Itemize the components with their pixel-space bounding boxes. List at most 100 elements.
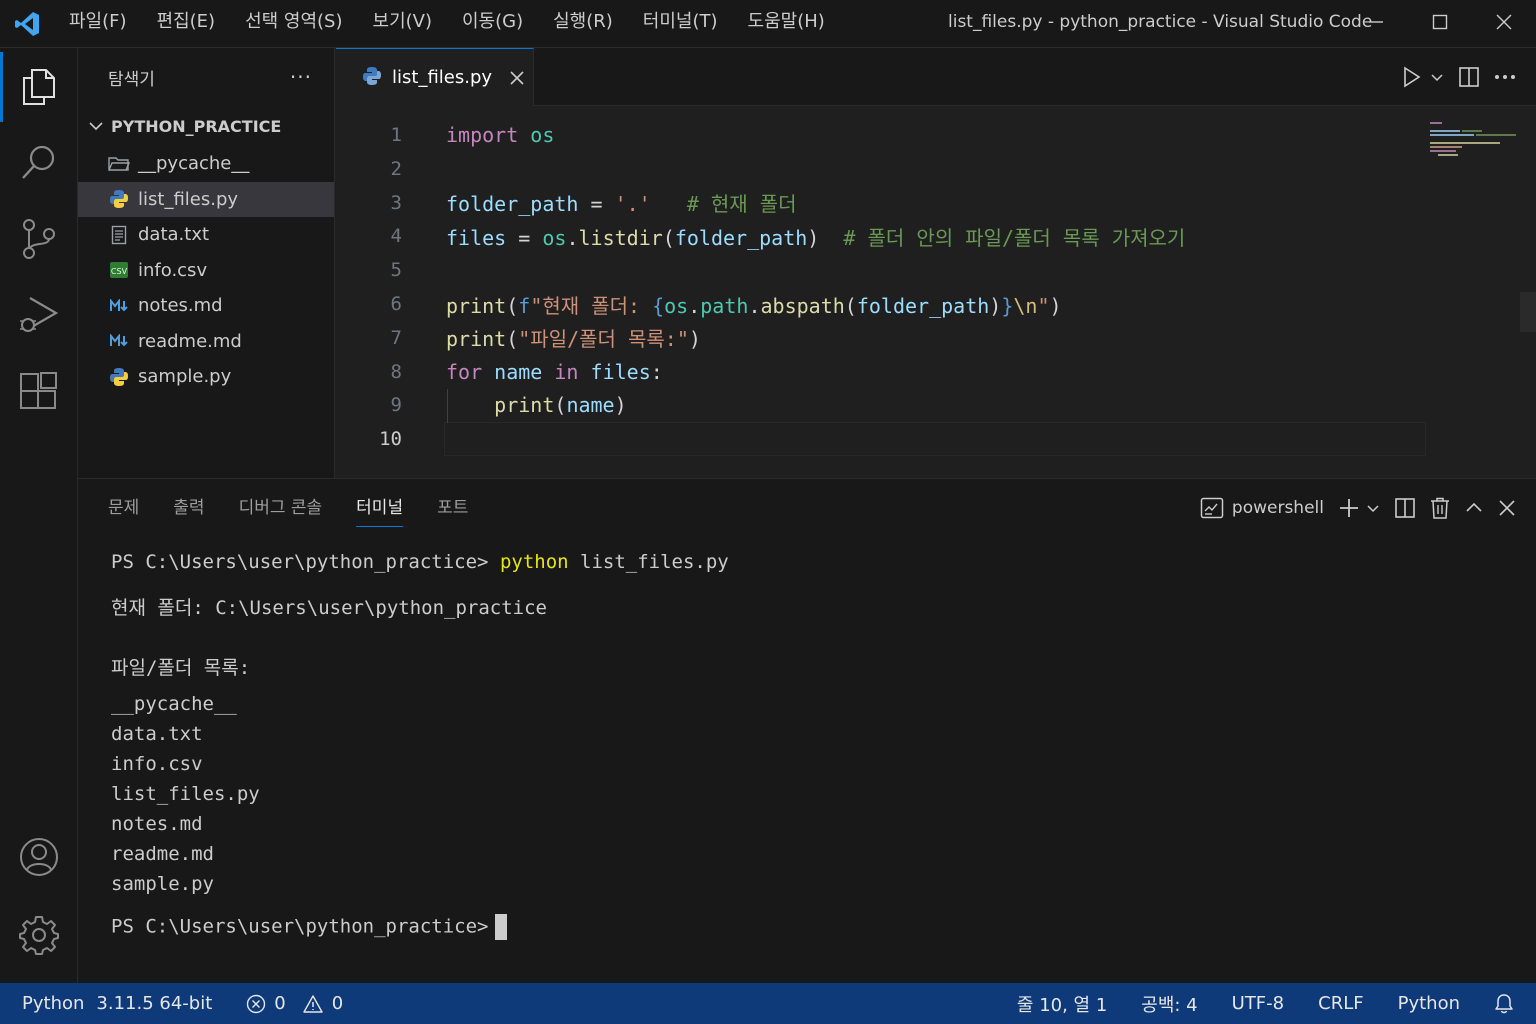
workspace-folder[interactable]: PYTHON_PRACTICE — [78, 106, 334, 146]
interpreter-version: 3.11.5 64-bit — [96, 993, 213, 1014]
run-debug-activity-button[interactable] — [0, 280, 78, 350]
encoding-setting[interactable]: UTF-8 — [1232, 993, 1284, 1014]
tab-list-files[interactable]: list_files.py — [336, 48, 534, 106]
menu-file[interactable]: 파일(F) — [54, 0, 142, 48]
menu-help[interactable]: 도움말(H) — [733, 0, 840, 48]
menu-edit[interactable]: 편집(E) — [142, 0, 231, 48]
menu-go[interactable]: 이동(G) — [447, 0, 538, 48]
line-number: 6 — [390, 293, 402, 315]
cursor-position[interactable]: 줄 10, 열 1 — [1017, 991, 1107, 1017]
code-line[interactable]: 8 for name in files: — [336, 355, 1516, 389]
tab-terminal[interactable]: 터미널 — [356, 479, 403, 537]
extensions-activity-button[interactable] — [0, 356, 78, 426]
code-token: name — [566, 393, 615, 418]
close-icon — [1499, 500, 1515, 516]
code-token: name — [494, 359, 543, 384]
tree-item-label: sample.py — [138, 366, 232, 388]
kill-terminal-button[interactable] — [1430, 494, 1450, 522]
tree-item-info-csv[interactable]: CSV info.csv — [78, 253, 334, 289]
terminal-shell-selector[interactable]: powershell — [1200, 497, 1324, 519]
tree-item-readme-md[interactable]: readme.md — [78, 324, 334, 360]
tab-close-button[interactable] — [508, 69, 526, 87]
tree-item-notes-md[interactable]: notes.md — [78, 288, 334, 324]
code-token: listdir — [578, 225, 663, 250]
language-mode[interactable]: Python — [1398, 993, 1460, 1014]
shell-name: powershell — [1231, 498, 1324, 518]
warning-count: 0 — [331, 993, 344, 1014]
code-token: os — [530, 123, 555, 147]
code-line[interactable]: 4 files = os.listdir(folder_path) # 폴더 안의… — [336, 219, 1516, 253]
code-token: ( — [844, 293, 857, 318]
menu-terminal[interactable]: 터미널(T) — [628, 0, 733, 48]
terminal-output[interactable]: PS C:\Users\user\python_practice> python… — [111, 479, 729, 940]
minimap[interactable] — [1428, 120, 1524, 180]
menu-view[interactable]: 보기(V) — [358, 0, 447, 48]
maximize-button[interactable] — [1408, 0, 1472, 44]
active-indicator — [0, 52, 3, 122]
menu-selection[interactable]: 선택 영역(S) — [230, 0, 357, 48]
chevron-down-icon — [1431, 74, 1443, 82]
new-terminal-button[interactable] — [1338, 494, 1360, 522]
minimize-button[interactable] — [1344, 0, 1408, 44]
code-line[interactable]: 3 folder_path = '.' # 현재 폴더 — [336, 186, 1516, 220]
code-text: print("파일/폴더 목록:") — [446, 323, 701, 352]
close-window-button[interactable] — [1472, 0, 1536, 44]
code-line[interactable]: 6 print(f"현재 폴더: {os.path.abspath(folder_… — [336, 287, 1516, 321]
python-interpreter-selector[interactable]: Python 3.11.5 64-bit — [22, 993, 212, 1014]
tree-item-label: info.csv — [138, 259, 208, 281]
close-panel-button[interactable] — [1498, 494, 1516, 522]
code-line[interactable]: 9 print(name) — [336, 388, 1516, 422]
tree-item-sample-py[interactable]: sample.py — [78, 359, 334, 395]
code-token: # 폴더 안의 파일/폴더 목록 가져오기 — [843, 225, 1186, 250]
code-token: . — [566, 225, 579, 250]
code-line[interactable]: 10 — [336, 422, 1516, 456]
more-actions-button[interactable]: ··· — [290, 65, 312, 89]
line-number: 2 — [390, 157, 402, 180]
split-terminal-button[interactable] — [1394, 494, 1416, 522]
code-token: path — [700, 293, 749, 318]
maximize-panel-button[interactable] — [1464, 494, 1484, 522]
split-editor-icon — [1459, 67, 1479, 87]
chevron-down-icon — [89, 122, 103, 131]
problems-status[interactable]: 0 0 — [246, 993, 343, 1014]
search-activity-button[interactable] — [0, 128, 78, 198]
tab-debug-console[interactable]: 디버그 콘솔 — [239, 479, 323, 537]
code-line[interactable]: 5 — [336, 253, 1516, 287]
code-token: \n — [1013, 293, 1038, 318]
manage-activity-button[interactable] — [0, 900, 78, 970]
tree-item-pycache[interactable]: __pycache__ — [78, 146, 334, 182]
menu-run[interactable]: 실행(R) — [538, 0, 628, 48]
run-python-file-button[interactable] — [1402, 63, 1422, 91]
explorer-header: 탐색기 ··· — [78, 48, 334, 106]
code-token: " — [1037, 293, 1050, 318]
accounts-activity-button[interactable] — [0, 822, 78, 892]
code-line[interactable]: 1 import os — [336, 118, 1516, 152]
eol-setting[interactable]: CRLF — [1318, 993, 1363, 1014]
run-options-dropdown[interactable] — [1430, 63, 1444, 91]
split-editor-button[interactable] — [1458, 63, 1480, 91]
code-token: # 현재 폴더 — [686, 192, 797, 217]
interpreter-name: Python — [22, 993, 85, 1014]
tab-ports[interactable]: 포트 — [437, 479, 468, 537]
tree-item-data-txt[interactable]: data.txt — [78, 217, 334, 253]
vscode-logo-icon[interactable] — [0, 0, 54, 48]
line-number: 1 — [390, 124, 402, 146]
gear-icon — [19, 916, 59, 955]
tab-output[interactable]: 출력 — [173, 479, 204, 537]
notifications-button[interactable] — [1494, 993, 1514, 1015]
editor-more-actions-button[interactable] — [1494, 63, 1516, 91]
terminal-command-args: list_files.py — [568, 551, 729, 573]
tree-item-list-files[interactable]: list_files.py — [78, 181, 334, 217]
terminal-profile-dropdown[interactable] — [1366, 494, 1380, 522]
explorer-activity-button[interactable] — [0, 52, 78, 122]
code-token: ( — [506, 327, 519, 352]
code-editor[interactable]: 1 import os 2 3 folder_path = '.' # 현재 폴더 4 fi… — [336, 106, 1536, 478]
code-line[interactable]: 2 — [336, 152, 1516, 186]
indentation-setting[interactable]: 공백: 4 — [1141, 991, 1197, 1017]
code-line[interactable]: 7 print("파일/폴더 목록:") — [336, 321, 1516, 355]
vertical-scrollbar[interactable] — [1520, 292, 1536, 332]
source-control-activity-button[interactable] — [0, 204, 78, 274]
